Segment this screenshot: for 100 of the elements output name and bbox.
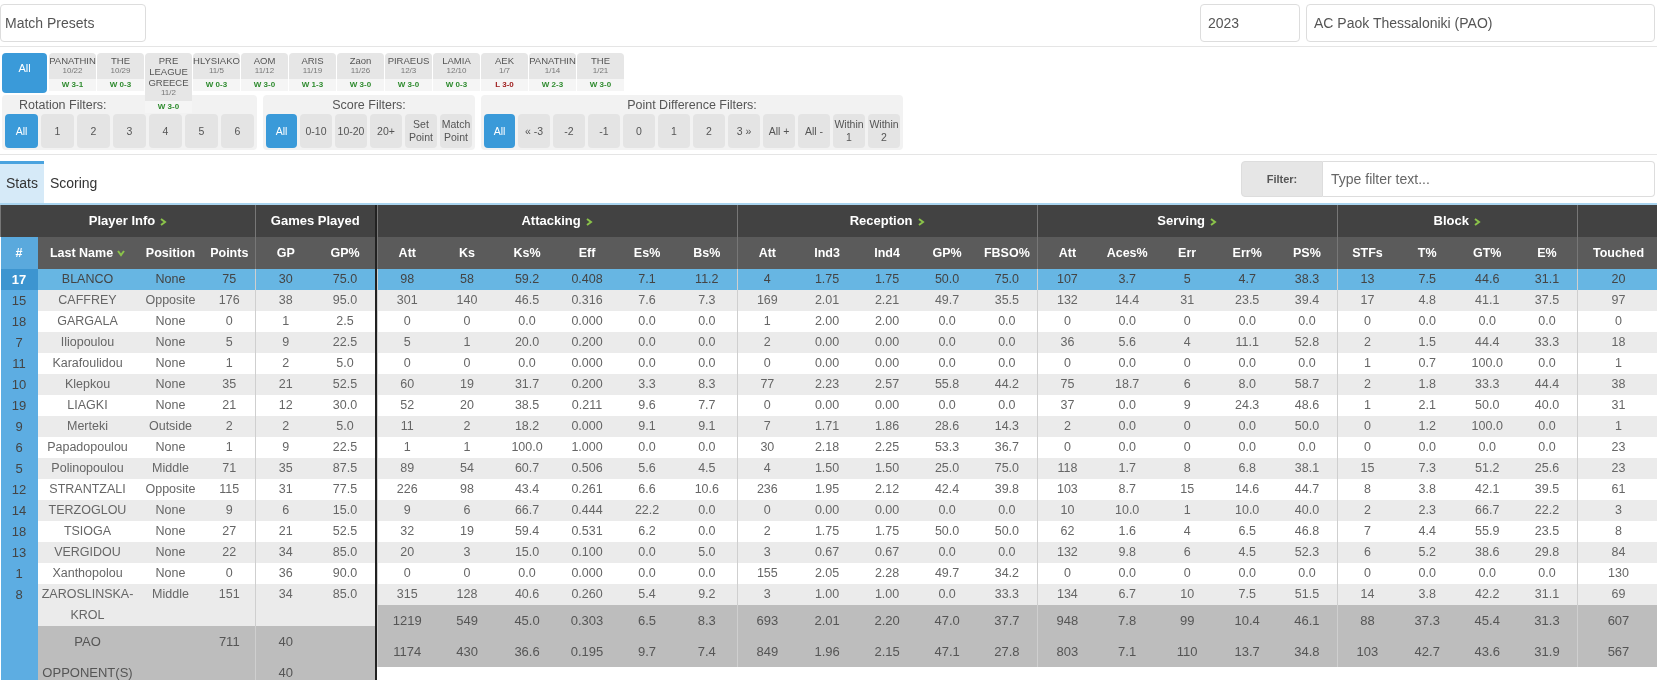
column-header[interactable]: GP% <box>917 237 978 269</box>
column-header[interactable]: Aces% <box>1097 237 1158 269</box>
filter-button[interactable]: 1 <box>658 114 690 148</box>
filter-field[interactable]: Type filter text... <box>1323 161 1655 197</box>
filter-button[interactable]: 20+ <box>370 114 402 148</box>
column-header[interactable]: Ind3 <box>797 237 858 269</box>
tab[interactable]: Stats <box>0 161 44 203</box>
column-header[interactable]: GP% <box>315 237 376 269</box>
match-chip[interactable]: AEK 1/7 L 3-0 <box>481 53 528 91</box>
match-chip[interactable]: PIRAEUS 12/3 W 3-0 <box>385 53 432 91</box>
column-header[interactable]: Ks <box>437 237 498 269</box>
column-header[interactable]: Touched <box>1577 237 1657 269</box>
table-row[interactable]: 226 98 43.4 0.261 6.6 10.6 236 1.95 2.12 42.4 39.8 103 8.7 15 14.6 44.7 8 3.8 42.1 39.5 61 <box>377 479 1657 500</box>
table-row[interactable]: 6 Papadopoulou None 1 9 22.5 <box>0 437 376 458</box>
group-header[interactable]: Serving <box>1037 205 1338 237</box>
filter-button[interactable]: Within 1 <box>833 114 865 148</box>
column-header[interactable]: Ks% <box>497 237 558 269</box>
table-row[interactable]: 11 2 18.2 0.000 9.1 9.1 7 1.71 1.86 28.6 14.3 2 0.0 0 0.0 50.0 0 1.2 100.0 0.0 1 <box>377 416 1657 437</box>
column-header[interactable]: GP <box>255 237 316 269</box>
column-header[interactable]: Es% <box>617 237 678 269</box>
table-row[interactable]: 18 GARGALA None 0 1 2.5 <box>0 311 376 332</box>
column-header[interactable]: E% <box>1517 237 1578 269</box>
table-row[interactable]: 98 58 59.2 0.408 7.1 11.2 4 1.75 1.75 50.0 75.0 107 3.7 5 4.7 38.3 13 7.5 44.6 31.1 20 <box>377 269 1657 290</box>
table-row[interactable]: 18 TSIOGA None 27 21 52.5 <box>0 521 376 542</box>
column-header[interactable]: Att <box>1037 237 1098 269</box>
filter-button[interactable]: 3 <box>113 114 146 148</box>
filter-button[interactable]: « -3 <box>518 114 550 148</box>
match-chip[interactable]: AOM 11/12 W 3-0 <box>241 53 288 91</box>
filter-button[interactable]: 1 <box>41 114 74 148</box>
filter-button[interactable]: 4 <box>149 114 182 148</box>
filter-button[interactable]: Match Point <box>440 114 472 148</box>
column-header[interactable]: FBSO% <box>977 237 1038 269</box>
table-row[interactable]: 13 VERGIDOU None 22 34 85.0 <box>0 542 376 563</box>
match-chip[interactable]: THE 10/29 W 0-3 <box>97 53 144 91</box>
filter-button[interactable]: 2 <box>77 114 110 148</box>
filter-button[interactable]: -2 <box>553 114 585 148</box>
filter-button[interactable]: -1 <box>588 114 620 148</box>
filter-button[interactable]: 6 <box>221 114 254 148</box>
group-header[interactable]: Block <box>1337 205 1578 237</box>
table-row[interactable]: 11 Karafoulidou None 1 2 5.0 <box>0 353 376 374</box>
presets-dropdown[interactable]: Match Presets <box>0 4 146 42</box>
column-header[interactable]: GT% <box>1457 237 1518 269</box>
match-chip[interactable]: HLYSIAKO 11/5 W 0-3 <box>193 53 240 91</box>
table-row[interactable]: 0 0 0.0 0.000 0.0 0.0 1 2.00 2.00 0.0 0.0 0 0.0 0 0.0 0.0 0 0.0 0.0 0.0 0 <box>377 311 1657 332</box>
table-row[interactable]: 8 ZAROSLINSKA-KROL Middle 151 34 85.0 <box>0 584 376 626</box>
table-row[interactable]: 19 LIAGKI None 21 12 30.0 <box>0 395 376 416</box>
table-row[interactable]: 315 128 40.6 0.260 5.4 9.2 3 1.00 1.00 0.0 33.3 134 6.7 10 7.5 51.5 14 3.8 42.2 31.1 69 <box>377 584 1657 605</box>
filter-button[interactable]: 2 <box>693 114 725 148</box>
column-header[interactable]: Points <box>203 237 256 269</box>
filter-button[interactable]: 0-10 <box>300 114 332 148</box>
column-header[interactable]: PS% <box>1277 237 1338 269</box>
table-row[interactable]: 1 Xanthopolou None 0 36 90.0 <box>0 563 376 584</box>
group-header[interactable]: Attacking <box>377 205 738 237</box>
tab[interactable]: Scoring <box>43 161 104 203</box>
season-dropdown[interactable]: 2023 <box>1200 4 1300 42</box>
table-row[interactable]: 301 140 46.5 0.316 7.6 7.3 169 2.01 2.21 49.7 35.5 132 14.4 31 23.5 39.4 17 4.8 41.1 37.5 97 <box>377 290 1657 311</box>
filter-button[interactable]: Within 2 <box>868 114 900 148</box>
table-row[interactable]: 9 Merteki Outside 2 2 5.0 <box>0 416 376 437</box>
column-header[interactable]: Err% <box>1217 237 1278 269</box>
match-chip[interactable]: LAMIA 12/10 W 0-3 <box>433 53 480 91</box>
match-chip[interactable]: PRE LEAGUE GREECE 11/2 W 3-0 <box>145 53 192 113</box>
table-row[interactable]: 7 Iliopoulou None 5 9 22.5 <box>0 332 376 353</box>
column-header[interactable]: Last Name <box>37 237 138 269</box>
filter-button[interactable]: 5 <box>185 114 218 148</box>
table-row[interactable]: 32 19 59.4 0.531 6.2 0.0 2 1.75 1.75 50.0 50.0 62 1.6 4 6.5 46.8 7 4.4 55.9 23.5 8 <box>377 521 1657 542</box>
table-row[interactable]: 0 0 0.0 0.000 0.0 0.0 0 0.00 0.00 0.0 0.0 0 0.0 0 0.0 0.0 1 0.7 100.0 0.0 1 <box>377 353 1657 374</box>
column-header[interactable]: STFs <box>1337 237 1398 269</box>
table-row[interactable]: 10 Klepkou None 35 21 52.5 <box>0 374 376 395</box>
filter-button[interactable]: 10-20 <box>335 114 367 148</box>
table-row[interactable]: 5 Polinopoulou Middle 71 35 87.5 <box>0 458 376 479</box>
group-header[interactable]: Player Info <box>0 205 256 237</box>
table-row[interactable]: 9 6 66.7 0.444 22.2 0.0 0 0.00 0.00 0.0 0.0 10 10.0 1 10.0 40.0 2 2.3 66.7 22.2 3 <box>377 500 1657 521</box>
column-header[interactable]: Position <box>137 237 204 269</box>
table-row[interactable]: 14 TERZOGLOU None 9 6 15.0 <box>0 500 376 521</box>
table-row[interactable]: 60 19 31.7 0.200 3.3 8.3 77 2.23 2.57 55.8 44.2 75 18.7 6 8.0 58.7 2 1.8 33.3 44.4 38 <box>377 374 1657 395</box>
table-row[interactable]: 89 54 60.7 0.506 5.6 4.5 4 1.50 1.50 25.0 75.0 118 1.7 8 6.8 38.1 15 7.3 51.2 25.6 23 <box>377 458 1657 479</box>
table-row[interactable]: 0 0 0.0 0.000 0.0 0.0 155 2.05 2.28 49.7 34.2 0 0.0 0 0.0 0.0 0 0.0 0.0 0.0 130 <box>377 563 1657 584</box>
match-chip[interactable]: PANATHIN 1/14 W 2-3 <box>529 53 576 91</box>
table-row[interactable]: 5 1 20.0 0.200 0.0 0.0 2 0.00 0.00 0.0 0.0 36 5.6 4 11.1 52.8 2 1.5 44.4 33.3 18 <box>377 332 1657 353</box>
column-header[interactable]: Bs% <box>677 237 738 269</box>
column-header[interactable]: Eff <box>557 237 618 269</box>
table-row[interactable]: 15 CAFFREY Opposite 176 38 95.0 <box>0 290 376 311</box>
filter-button[interactable]: All - <box>798 114 830 148</box>
group-header[interactable]: Reception <box>737 205 1038 237</box>
filter-button[interactable]: 0 <box>623 114 655 148</box>
filter-button[interactable]: Set Point <box>405 114 437 148</box>
table-row[interactable]: 12 STRANTZALI Opposite 115 31 77.5 <box>0 479 376 500</box>
team-dropdown[interactable]: AC Paok Thessaloniki (PAO) <box>1306 4 1655 42</box>
column-header[interactable]: Att <box>737 237 798 269</box>
table-row[interactable]: 17 BLANCO None 75 30 75.0 <box>0 269 376 290</box>
match-chip[interactable]: ARIS 11/19 W 1-3 <box>289 53 336 91</box>
match-chip[interactable]: THE 1/21 W 3-0 <box>577 53 624 91</box>
filter-button[interactable]: All + <box>763 114 795 148</box>
table-row[interactable]: 20 3 15.0 0.100 0.0 5.0 3 0.67 0.67 0.0 0.0 132 9.8 6 4.5 52.3 6 5.2 38.6 29.8 84 <box>377 542 1657 563</box>
column-header[interactable]: Att <box>377 237 438 269</box>
column-header[interactable]: T% <box>1397 237 1458 269</box>
table-row[interactable]: 1 1 100.0 1.000 0.0 0.0 30 2.18 2.25 53.3 36.7 0 0.0 0 0.0 0.0 0 0.0 0.0 0.0 23 <box>377 437 1657 458</box>
column-header[interactable]: Ind4 <box>857 237 918 269</box>
match-chip[interactable]: Zaon 11/26 W 3-0 <box>337 53 384 91</box>
column-header[interactable]: Err <box>1157 237 1218 269</box>
